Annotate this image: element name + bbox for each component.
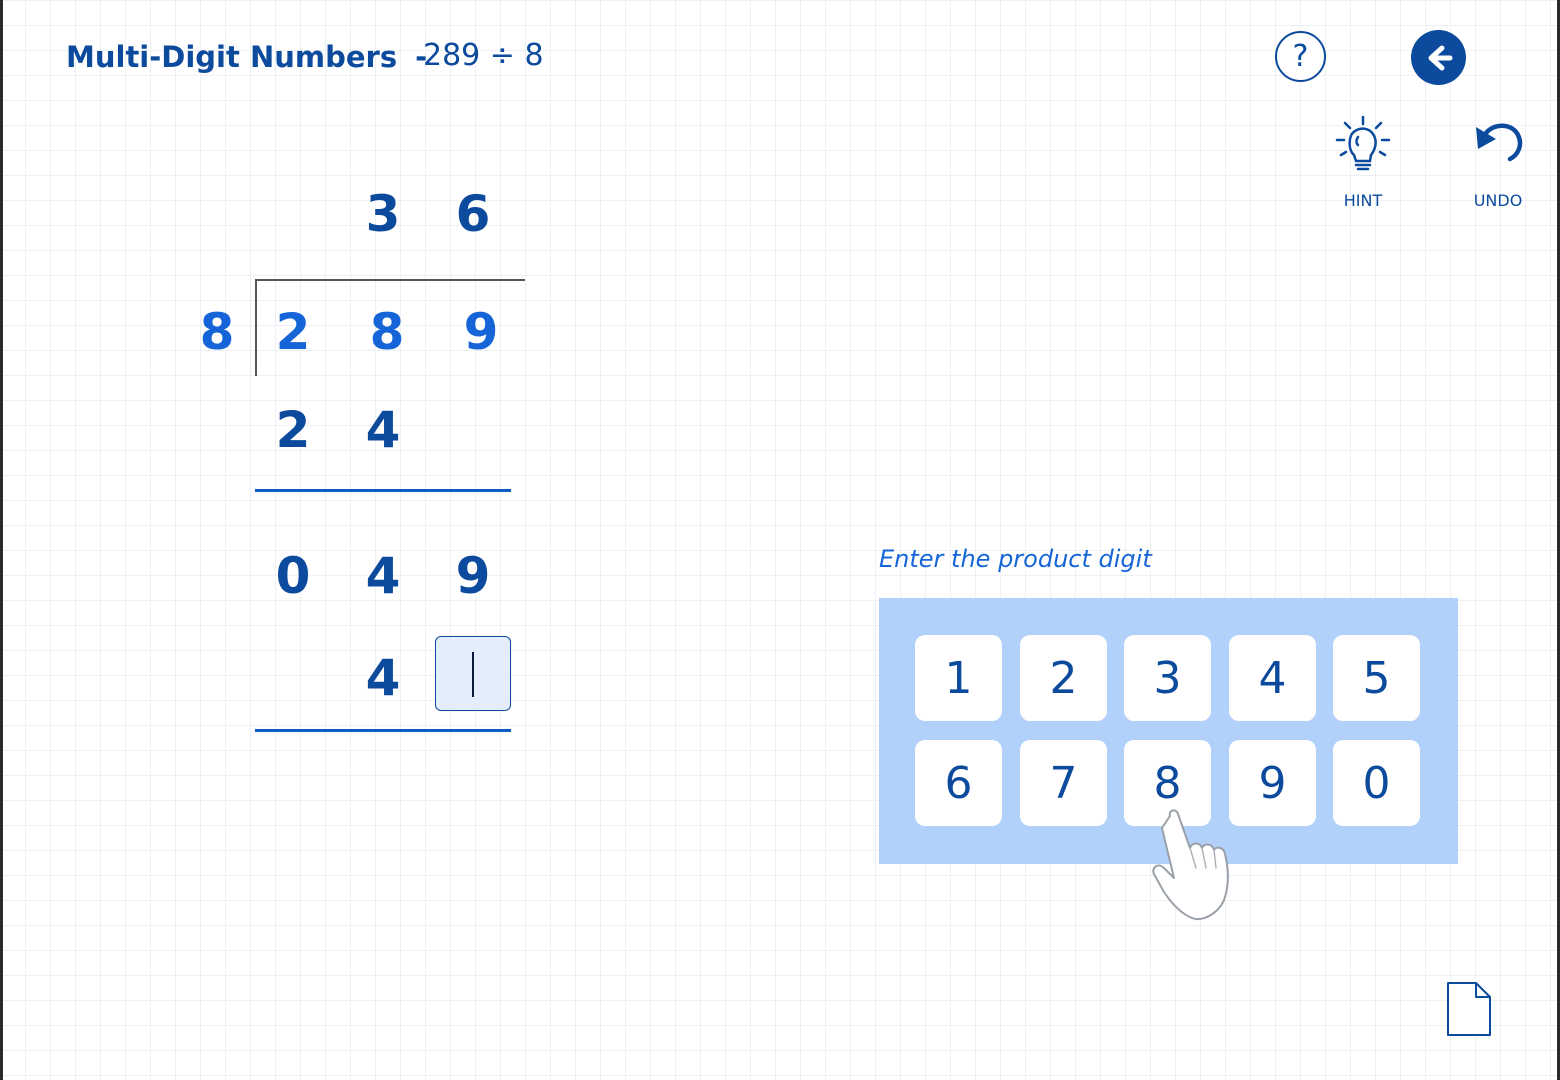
- help-label: ?: [1292, 39, 1309, 74]
- undo-label: UNDO: [1473, 191, 1523, 210]
- dividend-digit: 2: [275, 303, 311, 361]
- lightbulb-icon: [1335, 115, 1391, 171]
- hand-pointer-icon: [1152, 809, 1229, 920]
- key-2[interactable]: 2: [1020, 635, 1107, 721]
- division-bracket-top: [255, 279, 525, 281]
- quotient-digit: 3: [365, 185, 401, 243]
- difference-digit: 9: [455, 547, 491, 605]
- undo-icon: [1476, 123, 1523, 162]
- subtraction-rule: [255, 489, 511, 492]
- product-digit: 2: [275, 401, 311, 459]
- key-4[interactable]: 4: [1229, 635, 1316, 721]
- document-icon[interactable]: [1446, 981, 1492, 1037]
- hint-label: HINT: [1343, 191, 1383, 210]
- back-button[interactable]: [1411, 30, 1466, 85]
- problem-expression: 289 ÷ 8: [423, 38, 544, 73]
- product-digit: 4: [365, 401, 401, 459]
- hint-button[interactable]: HINT: [1313, 115, 1413, 210]
- arrow-left-icon: [1428, 45, 1452, 70]
- key-7[interactable]: 7: [1020, 740, 1107, 826]
- left-frame-border: [0, 0, 3, 1080]
- key-1[interactable]: 1: [915, 635, 1002, 721]
- key-9[interactable]: 9: [1229, 740, 1316, 826]
- title-text: Multi-Digit Numbers: [66, 40, 398, 74]
- subtraction-rule: [255, 729, 511, 732]
- product-digit: 4: [365, 649, 401, 707]
- difference-digit: 4: [365, 547, 401, 605]
- page-title: Multi-Digit Numbers -: [66, 40, 427, 74]
- dividend-digit: 9: [463, 303, 499, 361]
- undo-button[interactable]: UNDO: [1448, 115, 1548, 210]
- key-3[interactable]: 3: [1124, 635, 1211, 721]
- dividend-digit: 8: [369, 303, 405, 361]
- text-caret: [472, 652, 474, 697]
- key-6[interactable]: 6: [915, 740, 1002, 826]
- difference-digit: 0: [275, 547, 311, 605]
- help-button[interactable]: ?: [1275, 31, 1326, 82]
- key-0[interactable]: 0: [1333, 740, 1420, 826]
- product-digit-input[interactable]: [435, 636, 511, 711]
- division-bracket-side: [255, 280, 257, 376]
- divisor-digit: 8: [199, 303, 235, 361]
- keypad-prompt: Enter the product digit: [879, 545, 1152, 573]
- quotient-digit: 6: [455, 185, 491, 243]
- key-5[interactable]: 5: [1333, 635, 1420, 721]
